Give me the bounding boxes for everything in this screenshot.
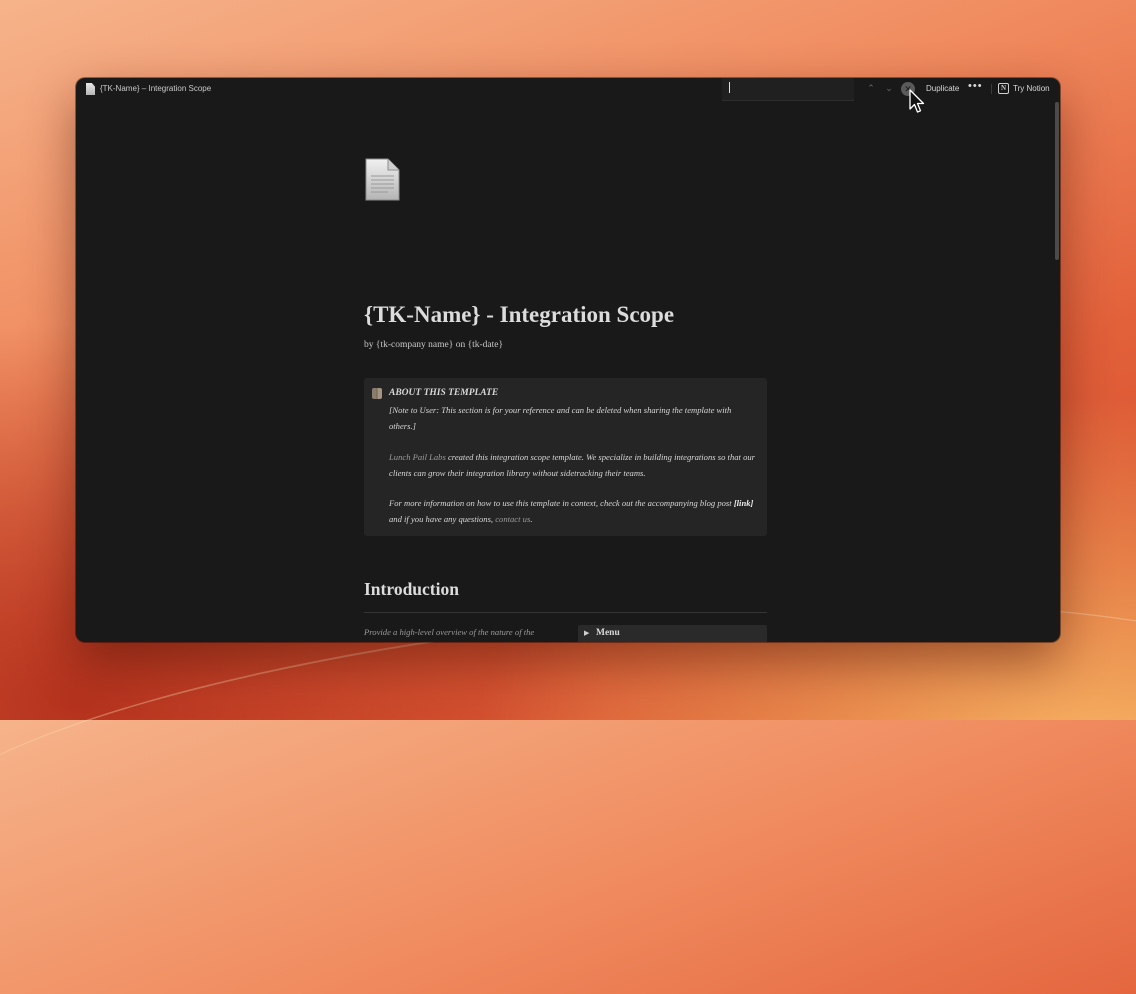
page-content: {TK-Name} - Integration Scope by {tk-com… — [364, 158, 767, 642]
callout-note: [Note to User: This section is for your … — [389, 405, 732, 431]
browser-window: {TK-Name} – Integration Scope ⌃ ⌄ ✕ Dupl… — [76, 78, 1060, 642]
contact-us-link[interactable]: contact us — [495, 514, 530, 524]
callout-paragraph-info: For more information on how to use this … — [389, 495, 759, 527]
text-caret — [729, 82, 730, 93]
find-next-icon[interactable]: ⌄ — [882, 81, 896, 95]
introduction-text[interactable]: Provide a high-level overview of the nat… — [364, 625, 554, 642]
find-bar — [722, 78, 854, 101]
find-prev-icon[interactable]: ⌃ — [864, 81, 878, 95]
toolbar-divider — [991, 84, 992, 94]
page-icon — [364, 158, 400, 202]
about-template-callout[interactable]: ABOUT THIS TEMPLATE [Note to User: This … — [364, 378, 767, 536]
menu-toggle[interactable]: ▶ Menu — [578, 625, 767, 642]
divider — [364, 612, 767, 613]
callout-text: . — [530, 514, 533, 524]
book-icon — [372, 388, 382, 399]
callout-text: For more information on how to use this … — [389, 498, 734, 508]
page-byline[interactable]: by {tk-company name} on {tk-date} — [364, 340, 503, 350]
page-icon — [86, 83, 95, 95]
duplicate-button[interactable]: Duplicate — [926, 84, 959, 93]
blog-link-placeholder: [link] — [733, 498, 754, 508]
scrollbar[interactable] — [1055, 102, 1059, 260]
introduction-heading[interactable]: Introduction — [364, 579, 459, 600]
menu-toggle-label: Menu — [596, 628, 620, 638]
find-input[interactable] — [727, 82, 847, 96]
triangle-right-icon: ▶ — [584, 630, 590, 637]
try-notion-button[interactable]: N Try Notion — [998, 83, 1050, 94]
company-link[interactable]: Lunch Pail Labs — [389, 452, 446, 462]
mouse-pointer-icon — [909, 89, 925, 113]
more-options-icon[interactable]: ••• — [968, 80, 983, 92]
notion-logo-icon: N — [998, 83, 1009, 94]
tab-title: {TK-Name} – Integration Scope — [100, 84, 212, 93]
page-title[interactable]: {TK-Name} - Integration Scope — [364, 302, 674, 328]
callout-text: and if you have any questions, — [389, 514, 496, 524]
callout-paragraph-company: Lunch Pail Labs created this integration… — [389, 449, 759, 481]
callout-heading: ABOUT THIS TEMPLATE — [389, 388, 499, 398]
try-notion-label: Try Notion — [1013, 84, 1050, 93]
